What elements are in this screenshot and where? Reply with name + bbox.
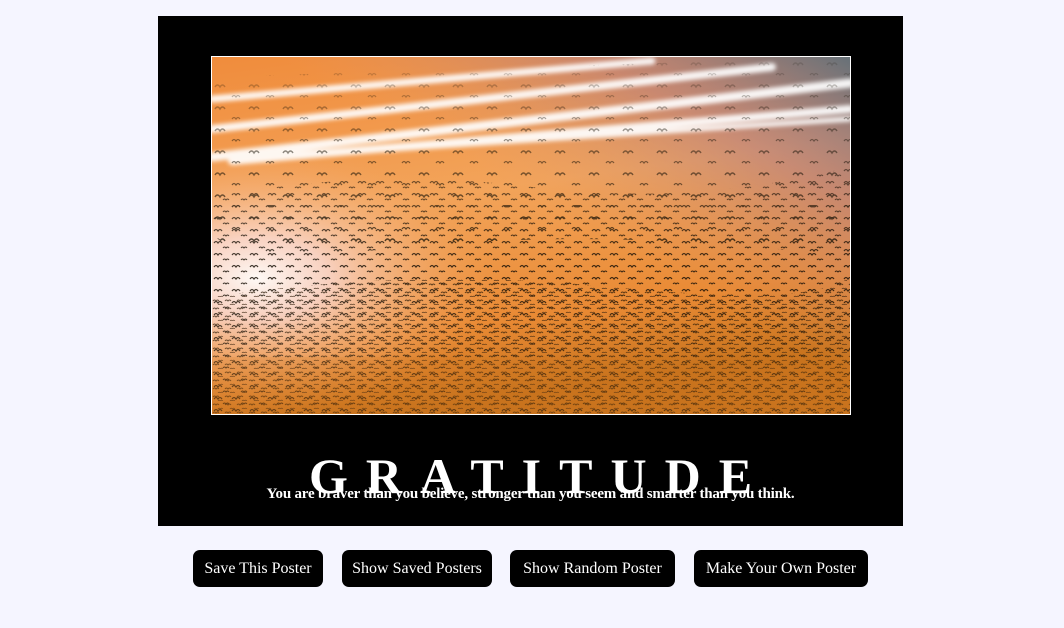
poster: GRATITUDE You are braver than you believ…	[158, 16, 903, 526]
show-random-poster-button[interactable]: Show Random Poster	[510, 550, 675, 587]
poster-actions: Save This Poster Show Saved Posters Show…	[0, 550, 1064, 587]
show-saved-posters-button[interactable]: Show Saved Posters	[342, 550, 492, 587]
make-your-own-poster-button[interactable]: Make Your Own Poster	[694, 550, 868, 587]
poster-quote: You are braver than you believe, stronge…	[266, 486, 795, 502]
birds-sunset-image	[212, 57, 850, 414]
poster-image	[211, 56, 851, 415]
save-poster-button[interactable]: Save This Poster	[193, 550, 323, 587]
